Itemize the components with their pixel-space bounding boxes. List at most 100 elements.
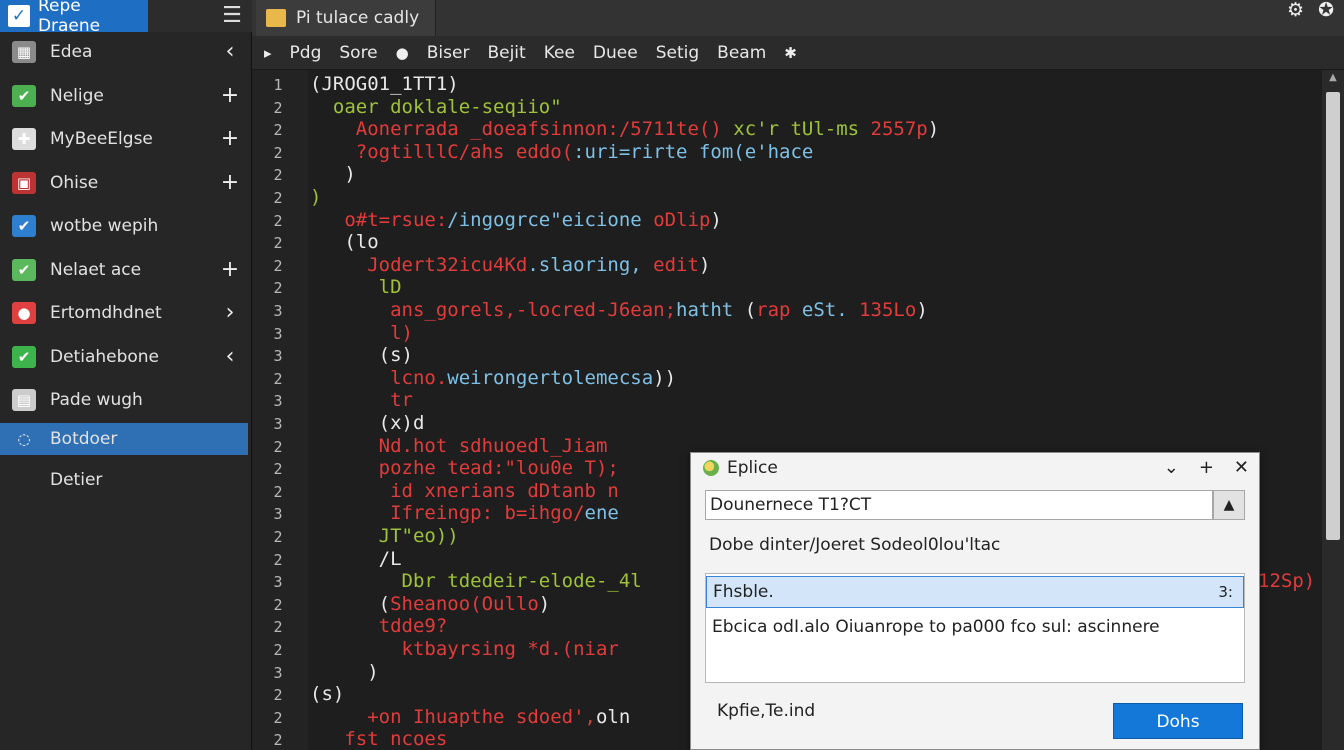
sidebar-item-action-icon[interactable]: ‹: [218, 31, 242, 73]
star-icon[interactable]: ✪: [1318, 0, 1334, 20]
line-number: 2: [273, 256, 283, 275]
sidebar-item-1[interactable]: ✔ Nelige +: [0, 75, 248, 117]
scroll-up-icon[interactable]: ▲: [1326, 72, 1340, 84]
line-number: 3: [273, 302, 283, 320]
settings-icon[interactable]: ⚙: [1287, 0, 1304, 20]
menu-item-6[interactable]: Setig: [656, 43, 699, 63]
list-item-selected[interactable]: Fhsble. 3:: [706, 576, 1244, 608]
menu-item-1[interactable]: Sore: [339, 43, 377, 63]
code-token: +on Ihuapthe sdoed',: [310, 705, 596, 728]
hamburger-menu-icon[interactable]: ☰: [218, 2, 246, 30]
editor-tab[interactable]: Pi tulace cadly: [256, 0, 436, 36]
sidebar-item-action-icon[interactable]: +: [218, 162, 242, 204]
sidebar-item-10[interactable]: Detier: [0, 459, 248, 501]
list-item-label: Fhsble.: [713, 582, 774, 602]
code-line: lD: [310, 276, 402, 298]
sidebar-title[interactable]: ✓ Repe Draene: [0, 0, 148, 36]
sidebar-item-icon: ✔: [12, 258, 36, 281]
sidebar-item-0[interactable]: ▦ Edea ‹: [0, 31, 248, 73]
code-line: fst ncoes: [310, 728, 459, 750]
collapse-icon[interactable]: ⌄: [1164, 453, 1179, 483]
code-line: (s): [310, 683, 344, 705]
code-line: ans_gorels,-locred-J6ean;hatht (rap eSt.…: [310, 299, 928, 321]
menu-item-2[interactable]: Biser: [427, 43, 470, 63]
sidebar-item-3[interactable]: ▣ Ohise +: [0, 162, 248, 204]
add-icon[interactable]: +: [1199, 453, 1214, 483]
sidebar-item-action-icon[interactable]: +: [218, 249, 242, 291]
dialog-input[interactable]: Dounernece T1?CT: [705, 490, 1213, 520]
dialog-title: Eplice: [727, 458, 778, 478]
line-number: 2: [273, 234, 283, 253]
line-number: 3: [273, 663, 283, 682]
sidebar-item-8[interactable]: ▤ Pade wugh: [0, 379, 248, 421]
vertical-scrollbar[interactable]: ▲: [1322, 70, 1344, 750]
sidebar-item-9[interactable]: ◌ Botdoer: [0, 423, 248, 455]
sidebar-item-action-icon[interactable]: ›: [218, 292, 242, 334]
sidebar-item-5[interactable]: ✔ Nelaet ace +: [0, 249, 248, 291]
sidebar-item-4[interactable]: ✔ wotbe wepih: [0, 205, 248, 247]
line-number: 2: [273, 550, 283, 569]
code-line: ): [310, 186, 321, 208]
sidebar-item-label: Nelige: [50, 85, 104, 106]
line-number: 2: [273, 437, 283, 456]
code-token: ktbayrsing *d.(niar: [310, 638, 619, 660]
list-item-description: Ebcica odI.alo Oiuanrope to pa000 fco su…: [712, 617, 1160, 637]
confirm-button[interactable]: Dohs: [1113, 703, 1243, 739]
code-token: ): [927, 118, 940, 141]
code-line: lcno.weirongertolemecsa)): [310, 367, 676, 389]
line-number: 2: [273, 369, 283, 388]
search-icon[interactable]: ●: [396, 44, 409, 62]
line-number: 2: [273, 641, 283, 659]
dialog: Eplice ⌄ + ✕ Dounernece T1?CT ▲ Dobe din…: [690, 452, 1260, 750]
code-token: eSt.: [790, 299, 848, 321]
code-token: fom(e'hace: [687, 140, 814, 163]
code-token: tr: [310, 389, 413, 412]
line-number: 2: [273, 121, 283, 140]
sidebar-item-label: Botdoer: [50, 429, 118, 449]
code-token: fst ncoes: [310, 728, 459, 750]
sidebar-item-icon: ▦: [12, 41, 36, 63]
line-number: 3: [273, 415, 283, 433]
sidebar-item-label: Edea: [50, 42, 93, 62]
sidebar-item-6[interactable]: ● Ertomdhdnet ›: [0, 292, 248, 334]
sidebar-item-icon: ✔: [12, 84, 36, 107]
sidebar-item-2[interactable]: ✚ MyBeeElgse +: [0, 118, 248, 160]
app-icon: [703, 460, 719, 476]
menu-item-3[interactable]: Bejit: [487, 43, 525, 63]
code-token: ?ogtilllC/ahs eddo(: [310, 140, 574, 163]
line-number: 2: [273, 143, 283, 162]
code-line: /L: [310, 548, 402, 570]
dialog-list: Fhsble. 3: Ebcica odI.alo Oiuanrope to p…: [705, 573, 1245, 683]
line-number: 3: [273, 392, 283, 411]
sidebar-item-action-icon[interactable]: +: [218, 75, 242, 117]
code-token: ans_gorels,-locred-J6ean;: [310, 299, 677, 321]
run-icon[interactable]: ▸: [264, 44, 272, 62]
code-token: id xnerians dDtanb n: [310, 479, 619, 502]
scrollbar-thumb[interactable]: [1326, 92, 1340, 540]
menu-item-5[interactable]: Duee: [593, 43, 638, 63]
code-line: Jodert32icu4Kd.slaoring, edit): [310, 254, 710, 276]
menu-item-0[interactable]: Pdg: [290, 43, 322, 63]
code-token: (: [310, 592, 391, 615]
code-token: oln: [595, 705, 631, 728]
menu-item-7[interactable]: Beam: [717, 43, 766, 63]
code-line: Ifreingp: b=ihgo/ene: [310, 502, 619, 524]
sidebar-item-icon: ✚: [12, 128, 36, 150]
code-token: :uri=rirte: [573, 140, 688, 163]
sidebar-item-action-icon[interactable]: ‹: [218, 336, 242, 378]
sidebar-item-action-icon[interactable]: +: [218, 118, 242, 160]
code-token: weirongertolemecsa: [447, 366, 654, 389]
line-number: 3: [273, 324, 283, 343]
code-token: hatht: [676, 299, 734, 321]
sidebar-item-label: Ertomdhdnet: [50, 303, 162, 323]
code-line: (Sheanoo(Oullo): [310, 592, 551, 615]
menu-item-4[interactable]: Kee: [544, 43, 575, 63]
sidebar-item-7[interactable]: ✔ Detiahebone ‹: [0, 336, 248, 378]
code-token: ): [698, 253, 711, 276]
code-token: tdde9?: [310, 615, 448, 638]
code-token: lcno.: [310, 366, 448, 389]
pin-icon[interactable]: ✱: [784, 44, 797, 62]
chevron-up-icon[interactable]: ▲: [1213, 490, 1245, 520]
code-token: (x)d: [310, 412, 425, 434]
close-icon[interactable]: ✕: [1234, 453, 1249, 483]
